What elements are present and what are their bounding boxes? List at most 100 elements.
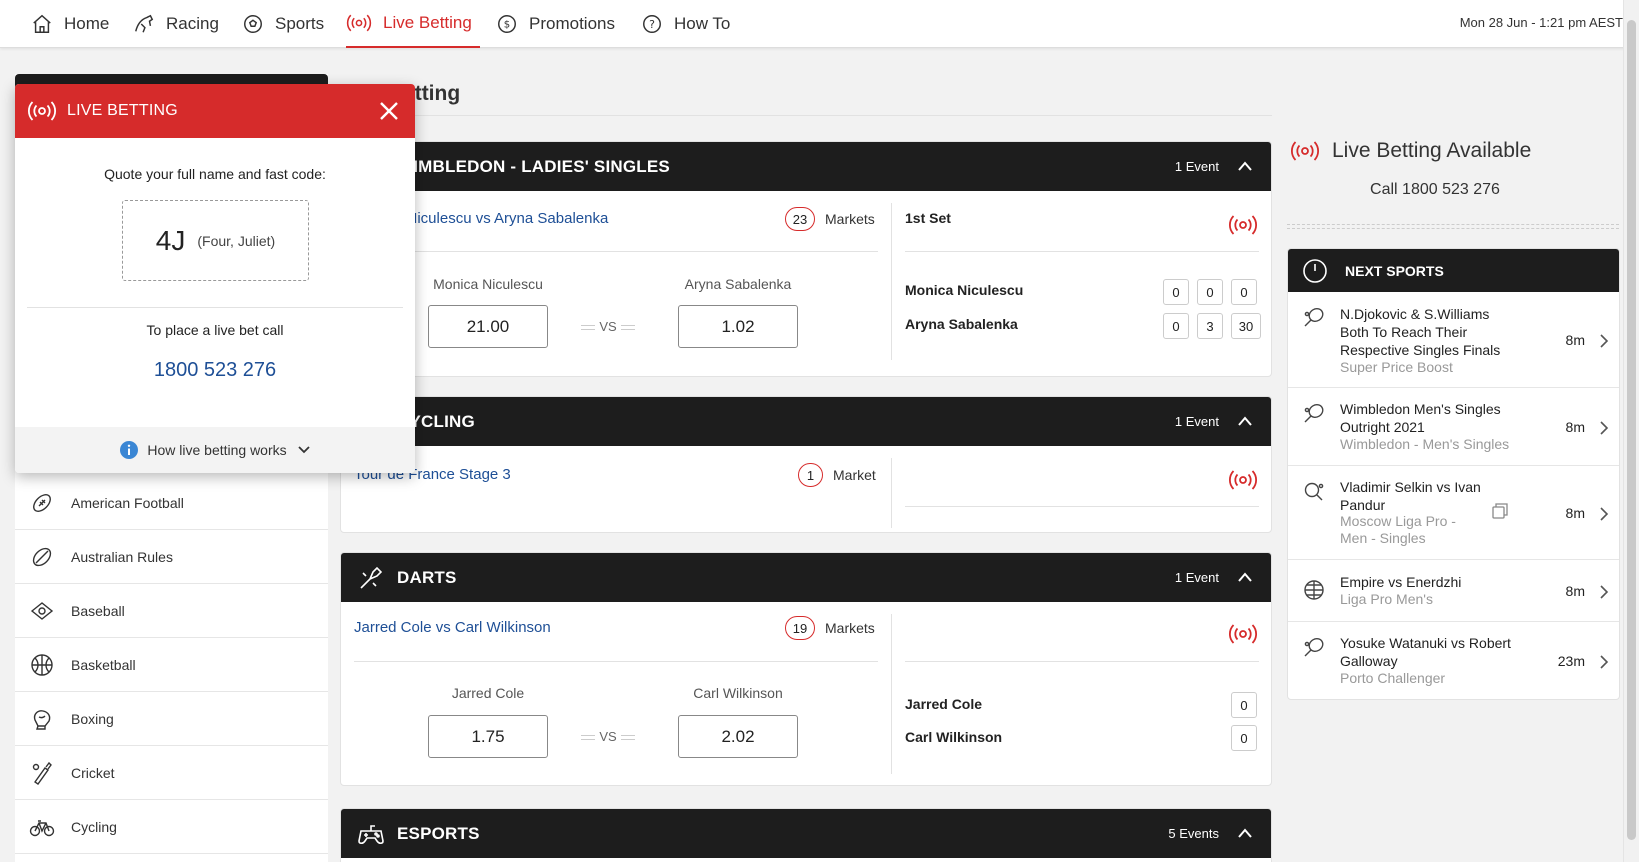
next-sports-time: 23m	[1557, 653, 1585, 669]
nav-home[interactable]: Home	[31, 0, 109, 48]
next-sports-item[interactable]: N.Djokovic & S.Williams Both To Reach Th…	[1288, 292, 1619, 388]
sidebar-item-label: Boxing	[71, 710, 114, 727]
tennis-racket-icon	[1304, 638, 1324, 657]
next-sports-item[interactable]: Vladimir Selkin vs Ivan Pandur Moscow Li…	[1288, 466, 1619, 560]
live-betting-popup: LIVE BETTING Quote your full name and fa…	[15, 84, 415, 473]
popup-divider	[27, 307, 403, 308]
baseball-icon	[30, 601, 54, 620]
home-player-name: Jarred Cole	[451, 685, 525, 701]
nav-racing[interactable]: Racing	[133, 0, 219, 48]
next-sports-event-sub: Wimbledon - Men's Singles	[1340, 436, 1510, 452]
event-link[interactable]: Jarred Cole vs Carl Wilkinson	[354, 619, 551, 636]
page-scrollbar[interactable]	[1623, 0, 1639, 862]
next-sports-event-sub: Porto Challenger	[1340, 670, 1446, 686]
tennis-racket-icon	[1304, 308, 1324, 327]
popup-title: LIVE BETTING	[67, 102, 178, 119]
markets-link[interactable]: 1 Market	[798, 463, 876, 487]
vs-label: VS	[573, 319, 643, 334]
boxing-glove-icon	[33, 709, 51, 730]
away-odds-button[interactable]: 1.02	[678, 305, 798, 348]
chevron-up-icon[interactable]	[1237, 570, 1253, 584]
chevron-up-icon[interactable]	[1237, 159, 1253, 173]
row-divider	[354, 251, 878, 252]
markets-count-badge: 1	[798, 463, 823, 487]
nav-live-betting[interactable]: Live Betting	[346, 0, 480, 48]
bicycle-icon	[29, 819, 55, 836]
fast-code: 4J	[155, 224, 186, 256]
sidebar-item-cycling[interactable]: Cycling	[15, 800, 328, 854]
chevron-right-icon	[1600, 507, 1609, 521]
table-tennis-icon	[1304, 482, 1324, 501]
column-divider	[891, 614, 892, 774]
scoreboard-away-name: Aryna Sabalenka	[905, 316, 1018, 332]
chevron-up-icon[interactable]	[1237, 826, 1253, 840]
next-sports-item[interactable]: Wimbledon Men's Singles Outright 2021 Wi…	[1288, 388, 1619, 466]
section-darts: DARTS 1 Event Jarred Cole vs Carl Wilkin…	[340, 552, 1272, 786]
score-cell: 0	[1231, 692, 1257, 718]
score-cell: 3	[1197, 313, 1223, 339]
away-odds-button[interactable]: 2.02	[678, 715, 798, 758]
live-signal-icon	[1229, 215, 1257, 235]
nav-how-to-label: How To	[674, 14, 731, 33]
section-header[interactable]: DARTS 1 Event	[341, 553, 1271, 602]
nav-promotions-label: Promotions	[529, 14, 615, 33]
scoreboard-home-name: Monica Niculescu	[905, 282, 1024, 298]
markets-label: Markets	[825, 211, 875, 227]
close-icon[interactable]	[379, 101, 399, 121]
markets-link[interactable]: 19 Markets	[785, 616, 875, 640]
chevron-up-icon[interactable]	[1237, 414, 1253, 428]
event-count: 1 Event	[1174, 159, 1219, 174]
nav-promotions[interactable]: $ Promotions	[496, 0, 615, 48]
sidebar-item-basketball[interactable]: Basketball	[15, 638, 328, 692]
live-betting-phone: Call 1800 523 276	[1370, 181, 1500, 198]
home-odds-button[interactable]: 21.00	[428, 305, 548, 348]
how-live-betting-works-label: How live betting works	[147, 442, 287, 458]
section-header[interactable]: WIMBLEDON - LADIES' SINGLES 1 Event	[341, 142, 1271, 191]
row-divider	[905, 251, 1259, 252]
event-count: 1 Event	[1174, 414, 1219, 429]
current-datetime: Mon 28 Jun - 1:21 pm AEST	[1459, 15, 1623, 30]
sidebar-item-label: Cricket	[71, 764, 115, 781]
nav-sports[interactable]: Sports	[242, 0, 324, 48]
scrollbar-thumb[interactable]	[1627, 20, 1636, 840]
american-football-icon	[33, 493, 51, 512]
sidebar-item-label: Baseball	[71, 602, 125, 619]
gamepad-icon	[358, 825, 384, 845]
phone-number-link[interactable]: 1800 523 276	[15, 359, 415, 382]
basketball-icon	[31, 653, 53, 676]
sidebar-item-american-football[interactable]: American Football	[15, 476, 328, 530]
next-sports-time: 8m	[1565, 332, 1585, 348]
vs-label: VS	[573, 729, 643, 744]
info-icon	[120, 441, 139, 459]
how-live-betting-works-toggle[interactable]: How live betting works	[15, 427, 415, 473]
column-divider	[891, 458, 892, 528]
volleyball-icon	[1304, 580, 1324, 600]
markets-link[interactable]: 23 Markets	[785, 207, 875, 231]
next-sports-item[interactable]: Yosuke Watanuki vs Robert Galloway Porto…	[1288, 622, 1619, 699]
nav-racing-label: Racing	[166, 14, 219, 33]
sidebar-item-label: American Football	[71, 494, 184, 511]
section-header[interactable]: CYCLING 1 Event	[341, 397, 1271, 446]
cash-out-icon	[1492, 503, 1508, 519]
sidebar-item-australian-rules[interactable]: Australian Rules	[15, 530, 328, 584]
score-cell: 0	[1197, 279, 1223, 305]
section-cycling: CYCLING 1 Event Tour de France Stage 3 1…	[340, 396, 1272, 533]
home-player-name: Monica Niculescu	[433, 276, 543, 292]
sidebar-item-boxing[interactable]: Boxing	[15, 692, 328, 746]
sidebar-item-baseball[interactable]: Baseball	[15, 584, 328, 638]
away-player-name: Carl Wilkinson	[693, 685, 783, 701]
top-navigation: Home Racing Sports Live Betting $ Promot…	[0, 0, 1639, 48]
next-sports-event-sub: Moscow Liga Pro - Men - Singles	[1340, 513, 1456, 546]
sidebar-item-label: Australian Rules	[71, 548, 173, 565]
live-signal-icon	[1291, 141, 1319, 161]
sidebar-item-cricket[interactable]: Cricket	[15, 746, 328, 800]
scoreboard-home-name: Jarred Cole	[905, 696, 983, 712]
nav-how-to[interactable]: ? How To	[641, 0, 730, 48]
next-sports-item[interactable]: Empire vs Enerdzhi Liga Pro Men's 8m	[1288, 560, 1619, 622]
nav-sports-label: Sports	[275, 14, 325, 33]
section-esports: ESPORTS 5 Events	[340, 808, 1272, 862]
home-odds-button[interactable]: 1.75	[428, 715, 548, 758]
sidebar-item-label: Basketball	[71, 656, 136, 673]
section-header[interactable]: ESPORTS 5 Events	[341, 809, 1271, 858]
score-cell: 0	[1231, 279, 1257, 305]
